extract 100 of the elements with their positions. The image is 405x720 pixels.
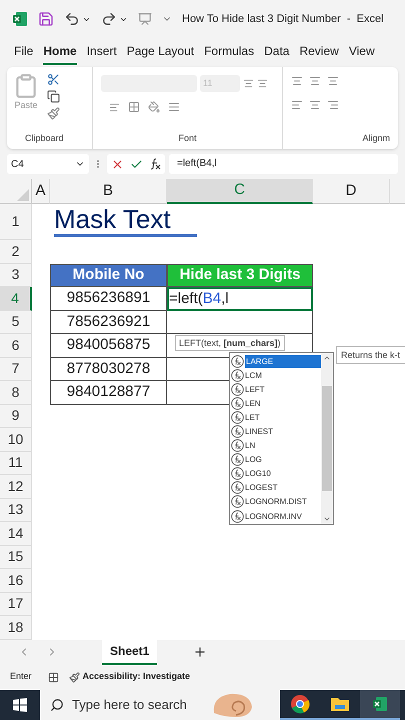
align-right-icon[interactable] [327,99,339,111]
function-option[interactable]: LOGNORM.DIST [230,494,321,510]
scroll-up-icon[interactable] [323,354,331,362]
table-cell: 7856236921 [50,310,167,334]
function-option[interactable]: LEN [230,396,321,410]
ribbon-tab[interactable]: View [348,42,375,65]
ribbon-tab[interactable]: Review [299,42,339,65]
scrollbar[interactable] [321,353,333,524]
function-icon [231,396,244,410]
add-sheet-icon[interactable] [193,645,208,659]
ribbon-tab[interactable]: Home [43,42,77,65]
editing-cell[interactable]: =left(B4,l [167,287,313,310]
row-header[interactable]: 11 [0,452,32,475]
function-icon [231,354,244,368]
row-header[interactable]: 15 [0,546,32,569]
row-header[interactable]: 13 [0,498,32,522]
enter-icon[interactable] [130,158,143,170]
align-middle-icon[interactable] [309,75,321,87]
align-bottom-icon[interactable] [327,75,339,87]
function-option[interactable]: LOG [230,452,321,467]
row-header[interactable]: 4 [0,287,32,310]
row-header[interactable]: 12 [0,475,32,498]
ribbon-tab[interactable]: Insert [86,42,117,65]
fill-color-icon[interactable] [148,101,160,113]
paste-label: Paste [14,99,38,112]
function-option[interactable]: LOGNORM.INV [230,509,321,524]
table-cell: 9840128877 [50,381,167,404]
window-title: How To Hide last 3 Digit Number - Excel [182,12,384,27]
accessibility-status[interactable]: Accessibility: Investigate [82,670,190,684]
sheet-heading: Mask Text [54,204,197,237]
row-header[interactable]: 6 [0,334,32,358]
table-header-cell: Mobile No [50,264,167,287]
function-icon [231,410,244,424]
table-header-cell: Hide last 3 Digits [167,264,313,287]
function-icon [231,510,244,523]
excel-logo-icon [12,11,28,27]
name-box[interactable]: C4 [7,154,89,174]
row-header[interactable]: 14 [0,522,32,546]
search-input[interactable]: Type here to search [72,694,202,714]
sheet-tab[interactable]: Sheet1 [102,640,158,664]
function-icon [231,439,244,452]
function-icon [231,382,244,396]
row-header[interactable]: 10 [0,428,32,452]
function-option[interactable]: LEFT [230,382,321,396]
group-label: Alignm [361,132,390,145]
align-top-icon[interactable] [291,75,303,87]
row-header[interactable]: 18 [0,616,32,640]
row-header[interactable]: 7 [0,358,32,381]
function-icon[interactable] [149,158,161,170]
row-header[interactable]: 9 [0,404,32,428]
function-option[interactable]: LOG10 [230,466,321,481]
column-header[interactable]: D [313,179,390,204]
ribbon-tab[interactable]: Formulas [204,42,254,65]
search-icon [50,698,64,712]
ribbon-tab[interactable]: Data [264,42,290,65]
column-header[interactable]: C [167,179,313,204]
row-header[interactable]: 16 [0,569,32,592]
function-option[interactable]: LN [230,438,321,453]
row-header[interactable]: 5 [0,310,32,334]
align-center-icon[interactable] [309,99,321,111]
windows-start-icon[interactable] [13,698,27,712]
row-header[interactable]: 17 [0,592,32,616]
status-mode: Enter [10,670,32,684]
table-cell: 9840056875 [50,334,167,358]
borders-icon[interactable] [128,101,140,113]
function-tooltip: LEFT(text, [num_chars]) [175,335,285,351]
redo-icon[interactable] [101,11,117,27]
format-painter-icon[interactable] [47,107,60,120]
function-option[interactable]: LCM [230,368,321,382]
group-label: Clipboard [24,132,65,145]
copy-icon[interactable] [47,90,60,103]
function-option[interactable]: LET [230,410,321,424]
function-icon [231,425,244,438]
row-header[interactable]: 3 [0,264,32,287]
table-cell: 9856236891 [50,287,167,310]
function-icon [231,453,244,466]
function-icon [231,481,244,494]
save-icon[interactable] [38,11,54,27]
function-description: Returns the k-t [336,346,405,364]
formula-field[interactable]: =left(B4,l [169,154,398,174]
function-option[interactable]: LOGEST [230,480,321,495]
row-header[interactable]: 2 [0,240,32,264]
ribbon-tab[interactable]: File [14,42,34,65]
chrome-icon[interactable] [290,694,310,714]
function-icon [231,495,244,508]
undo-icon[interactable] [64,11,80,27]
ribbon-tab[interactable]: Page Layout [126,42,194,65]
cancel-icon[interactable] [111,158,124,170]
column-header[interactable]: A [32,179,50,204]
excel-app-icon [372,696,388,712]
row-header[interactable]: 1 [0,204,32,240]
group-label: Font [177,132,198,144]
function-icon [231,467,244,480]
taskbar-search-field[interactable]: Type here to search [40,690,280,720]
function-icon [231,368,244,382]
align-left-icon[interactable] [291,99,303,111]
row-header[interactable]: 8 [0,381,32,404]
slideshow-icon[interactable] [138,12,152,26]
cut-icon[interactable] [47,73,60,86]
function-option[interactable]: LINEST [230,424,321,439]
